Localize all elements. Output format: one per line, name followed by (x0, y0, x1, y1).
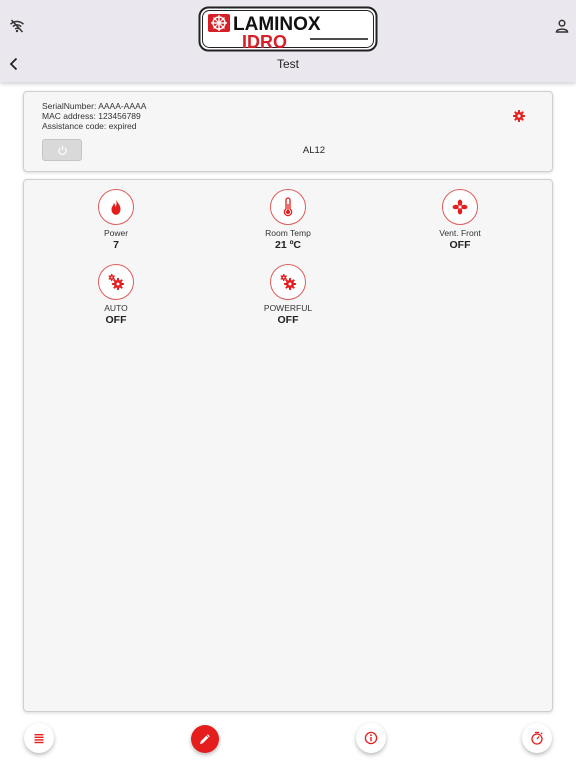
tile-auto[interactable]: AUTO OFF (56, 264, 176, 334)
wifi-off-icon[interactable] (9, 18, 25, 34)
info-icon (364, 731, 378, 745)
tile-powerful[interactable]: POWERFUL OFF (228, 264, 348, 334)
tile-label: Room Temp (265, 228, 311, 238)
mac-address-text: MAC address: 123456789 (42, 111, 141, 121)
tile-room-temp[interactable]: Room Temp 21 ºC (228, 189, 348, 259)
tile-label: POWERFUL (263, 303, 313, 313)
tile-label: Vent. Front (439, 228, 481, 238)
assistance-code-text: Assistance code: expired (42, 121, 137, 131)
settings-gear-icon[interactable] (513, 110, 525, 122)
edit-button[interactable] (191, 725, 219, 753)
logo-text-bottom: IDRO (242, 32, 287, 52)
back-arrow-icon[interactable] (6, 56, 22, 72)
fan-icon (452, 199, 468, 215)
laminox-idro-logo: LAMINOX IDRO (198, 6, 378, 52)
app-bar: LAMINOX IDRO Test (0, 0, 576, 82)
gears-icon (108, 274, 124, 290)
timer-button[interactable] (522, 723, 552, 753)
user-icon[interactable] (554, 18, 570, 34)
tile-value: 7 (113, 239, 119, 251)
menu-list-button[interactable] (24, 723, 54, 753)
flame-icon (111, 199, 121, 215)
tile-value: 21 ºC (274, 239, 301, 251)
timer-icon (531, 731, 543, 745)
tile-value: OFF (277, 314, 299, 326)
power-button[interactable] (42, 139, 82, 161)
edit-icon (200, 734, 210, 744)
power-icon (57, 145, 67, 155)
serial-number-text: SerialNumber: AAAA-AAAA (42, 101, 147, 111)
tile-vent-front[interactable]: Vent. Front OFF (400, 189, 520, 259)
list-icon (34, 734, 44, 744)
tile-label: AUTO (104, 303, 128, 313)
device-name: AL12 (302, 145, 326, 156)
tile-value: OFF (449, 239, 471, 251)
device-info-card: SerialNumber: AAAA-AAAA MAC address: 123… (23, 91, 553, 172)
tile-label: Power (103, 228, 129, 238)
tile-value: OFF (105, 314, 127, 326)
tile-power[interactable]: Power 7 (56, 189, 176, 259)
gears-icon (280, 274, 296, 290)
page-title: Test (276, 57, 299, 71)
status-panel: Power 7 Room Temp 21 ºC Vent. Front OFF … (23, 179, 553, 712)
info-button[interactable] (356, 723, 386, 753)
thermometer-icon (283, 197, 293, 217)
